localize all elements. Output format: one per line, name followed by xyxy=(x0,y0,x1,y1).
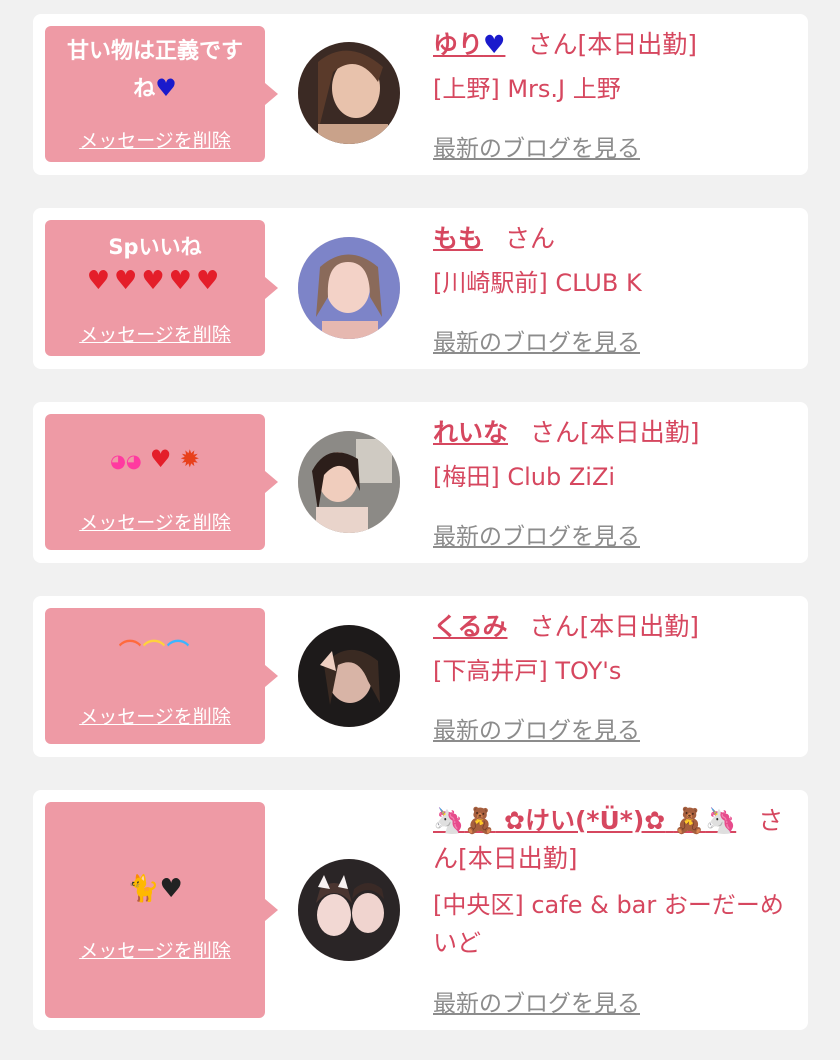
honorific: さ xyxy=(758,806,784,835)
favorite-card: ⌒⌒⌒ メッセージを削除 くるみ さん[本日出勤] [下高井戸] TOY's 最新… xyxy=(33,596,808,757)
shop-name: [上野] Mrs.J 上野 xyxy=(433,75,621,103)
cast-name-line: れいな さん[本日出勤] xyxy=(433,414,793,452)
cast-name-line: くるみ さん[本日出勤] xyxy=(433,608,793,646)
shop-name: [梅田] Club ZiZi xyxy=(433,463,616,491)
black-heart-icon: ♥ xyxy=(159,874,183,904)
favorite-card: 🐈♥ メッセージを削除 🦄🧸 ✿けい(*Ü*)✿ 🧸🦄 さん[本日出勤] [中央区… xyxy=(33,790,808,1030)
avatar[interactable] xyxy=(298,42,400,144)
status-badge: [本日出勤] xyxy=(580,418,700,447)
honorific: さん xyxy=(530,418,581,447)
honorific: さん xyxy=(527,30,578,59)
avatar[interactable] xyxy=(298,859,400,961)
shop-name: [下高井戸] TOY's xyxy=(433,657,622,685)
cast-name-link[interactable]: れいな xyxy=(433,418,508,447)
black-cat-icon: 🐈 xyxy=(127,874,160,904)
favorite-list: 甘い物は正義です ね♥ メッセージを削除 ゆり♥ さん[本日出勤] [上野] Mr… xyxy=(0,0,840,1060)
message-icons: ◕◕ ♥ ✹ xyxy=(45,440,265,481)
message-bubble: 🐈♥ メッセージを削除 xyxy=(45,802,278,1018)
delete-message-link[interactable]: メッセージを削除 xyxy=(45,508,265,535)
avatar[interactable] xyxy=(298,431,400,533)
teddy-bear-icon: 🧸 xyxy=(673,806,706,835)
honorific-rest: ん xyxy=(433,844,459,873)
message-bubble: ◕◕ ♥ ✹ メッセージを削除 xyxy=(45,414,278,550)
message-text: Spいいね xyxy=(108,235,202,259)
shop-name: [中央区] cafe & bar おーだーめいど xyxy=(433,891,784,957)
delete-message-link[interactable]: メッセージを削除 xyxy=(45,320,265,347)
unicorn-icon: 🦄 xyxy=(705,806,737,835)
honorific: さん xyxy=(529,612,580,641)
cast-name-line: ゆり♥ さん[本日出勤] xyxy=(433,26,793,64)
cast-name-line: もも さん xyxy=(433,220,793,258)
blue-heart-icon: ♥ xyxy=(155,74,177,102)
red-heart-icon: ♥ xyxy=(149,445,172,473)
rainbow-icon: ⌒ xyxy=(118,640,143,665)
status-badge: [本日出勤] xyxy=(579,612,700,641)
delete-message-link[interactable]: メッセージを削除 xyxy=(45,126,265,153)
cast-name-link[interactable]: もも xyxy=(433,224,483,253)
cast-name-link[interactable]: 🦄🧸 ✿けい(*Ü*)✿ 🧸🦄 xyxy=(433,806,736,835)
unicorn-icon: 🦄 xyxy=(433,806,465,835)
latest-blog-link[interactable]: 最新のブログを見る xyxy=(433,711,640,745)
honorific: さん xyxy=(505,224,556,253)
cast-name-link[interactable]: ゆり♥ xyxy=(433,30,505,59)
cast-name-line: 🦄🧸 ✿けい(*Ü*)✿ 🧸🦄 さん[本日出勤] xyxy=(433,802,793,878)
message-icons: 🐈♥ xyxy=(45,870,265,908)
status-badge: [本日出勤] xyxy=(458,844,578,873)
blue-heart-icon: ♥ xyxy=(483,30,506,59)
delete-message-link[interactable]: メッセージを削除 xyxy=(45,936,265,963)
message-text: 甘い物は正義です ね♥ xyxy=(45,34,265,108)
favorite-card: Spいいね ♥♥♥♥♥ メッセージを削除 もも さん [川崎駅前] CLUB K … xyxy=(33,208,808,369)
message-icons: ⌒⌒⌒ xyxy=(45,634,265,672)
teddy-bear-icon: 🧸 xyxy=(464,806,496,835)
latest-blog-link[interactable]: 最新のブログを見る xyxy=(433,323,640,357)
latest-blog-link[interactable]: 最新のブログを見る xyxy=(433,984,640,1018)
favorite-card: 甘い物は正義です ね♥ メッセージを削除 ゆり♥ さん[本日出勤] [上野] Mr… xyxy=(33,14,808,175)
red-hearts-icon: ♥♥♥♥♥ xyxy=(86,266,224,296)
avatar[interactable] xyxy=(298,237,400,339)
cast-name-link[interactable]: くるみ xyxy=(433,612,508,641)
avatar[interactable] xyxy=(298,625,400,727)
shop-name: [川崎駅前] CLUB K xyxy=(433,269,642,297)
message-bubble: ⌒⌒⌒ メッセージを削除 xyxy=(45,608,278,744)
message-bubble: Spいいね ♥♥♥♥♥ メッセージを削除 xyxy=(45,220,278,356)
fire-icon: ✹ xyxy=(179,445,200,473)
rainbow-icon: ⌒ xyxy=(142,640,167,665)
latest-blog-link[interactable]: 最新のブログを見る xyxy=(433,129,640,163)
status-badge: [本日出勤] xyxy=(577,30,697,59)
rainbow-icon: ⌒ xyxy=(167,640,192,665)
message-bubble: 甘い物は正義です ね♥ メッセージを削除 xyxy=(45,26,278,162)
favorite-card: ◕◕ ♥ ✹ メッセージを削除 れいな さん[本日出勤] [梅田] Club Zi… xyxy=(33,402,808,563)
delete-message-link[interactable]: メッセージを削除 xyxy=(45,702,265,729)
latest-blog-link[interactable]: 最新のブログを見る xyxy=(433,517,640,551)
sparkle-eyes-icon: ◕◕ xyxy=(110,451,142,472)
